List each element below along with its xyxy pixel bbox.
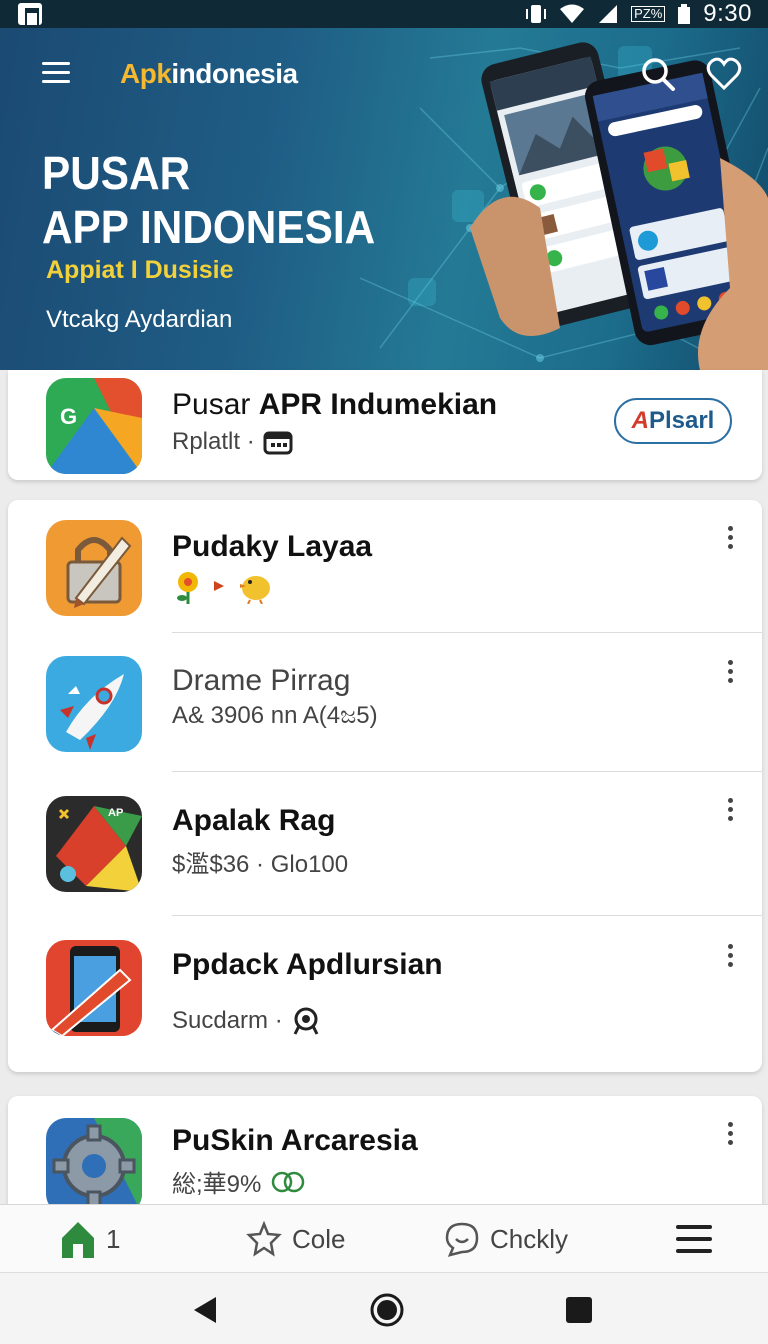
hero-title: PUSAR APP INDONESIA	[42, 146, 375, 254]
featured-app-subtitle: Rplatlt ·	[172, 428, 293, 456]
featured-subtitle-text: Rplatlt ·	[172, 428, 255, 455]
chick-emoji-icon	[240, 576, 270, 604]
phone-pencil-app-icon	[46, 940, 142, 1036]
nav-home[interactable]: 1	[60, 1205, 120, 1273]
back-icon[interactable]	[188, 1293, 222, 1327]
app-subtitle-text: 総;華9%	[172, 1171, 262, 1198]
lock-pencil-app-icon	[46, 520, 142, 616]
app-title: Pudaky Layaa	[172, 530, 373, 563]
divider	[172, 915, 762, 916]
divider	[172, 771, 762, 772]
install-button[interactable]: A Plsarl	[614, 398, 732, 444]
more-options-icon[interactable]	[726, 660, 734, 686]
recent-apps-icon[interactable]	[562, 1293, 596, 1327]
app-title: Ppdack Apdlursian	[172, 948, 443, 981]
more-options-icon[interactable]	[726, 526, 734, 552]
nav-featured-label: Cole	[292, 1223, 346, 1254]
arrow-right-icon	[214, 581, 224, 591]
app-title: Apalak Rag	[172, 804, 336, 837]
app-subtitle: 総;華9%	[172, 1164, 309, 1199]
app-list-card-2: PuSkin Arcaresia 総;華9%	[8, 1096, 762, 1206]
hero-caption: Vtcakg Aydardian	[46, 306, 233, 333]
brand-name: indonesia	[171, 58, 298, 89]
rocket-app-icon	[46, 656, 142, 752]
app-subtitle: $濫$36 · Glo100	[172, 851, 349, 878]
home-icon	[62, 1222, 94, 1258]
home-button-icon[interactable]	[370, 1293, 404, 1327]
hero-banner: Apkindonesia PUSAR APP INDONESIA Appiat …	[0, 28, 768, 370]
bottom-navigation: 1 Cole Chckly	[0, 1204, 768, 1272]
svg-text:AP: AP	[108, 807, 123, 819]
clock: 9:30	[703, 0, 752, 27]
hero-subtitle: Appiat I Dusisie	[46, 256, 234, 284]
chat-icon	[445, 1222, 479, 1257]
featured-app-card[interactable]: G Pusar APR Indumekian Rplatlt · A Plsarl	[8, 370, 762, 480]
app-subtitle: A& 3906 nn A(4ಜ5)	[172, 702, 378, 729]
wifi-icon	[560, 4, 585, 23]
app-subtitle-text: Sucdarm ·	[172, 1007, 283, 1034]
app-list-card: Pudaky Layaa Drame Pirrag A& 3906 nn A(4…	[8, 500, 762, 1072]
menu-button[interactable]	[42, 62, 70, 84]
notification-icon	[18, 3, 42, 27]
featured-title-main: APR Indumekian	[258, 388, 498, 421]
install-button-accent: A	[631, 407, 649, 434]
nav-chat-label: Chckly	[490, 1223, 569, 1254]
hero-title-line1: PUSAR	[42, 147, 191, 199]
signal-icon	[599, 5, 618, 23]
calendar-icon	[263, 431, 293, 455]
app-subtitle: Sucdarm ·	[172, 1006, 321, 1036]
star-icon	[246, 1221, 282, 1257]
status-bar: PZ% 9:30	[0, 0, 768, 28]
featured-app-icon: G	[46, 378, 142, 474]
nav-chat[interactable]: Chckly	[444, 1205, 568, 1273]
vibrate-icon	[526, 5, 547, 23]
search-icon[interactable]	[640, 56, 676, 92]
more-options-icon[interactable]	[726, 944, 734, 970]
app-subtitle	[172, 568, 274, 604]
rings-icon	[272, 1171, 305, 1192]
battery-icon	[678, 4, 691, 24]
hero-title-line2: APP INDONESIA	[42, 201, 376, 253]
divider	[172, 632, 762, 633]
nav-featured[interactable]: Cole	[246, 1205, 345, 1273]
featured-title-prefix: Pusar	[172, 388, 251, 421]
more-options-icon[interactable]	[726, 798, 734, 824]
heart-icon[interactable]	[706, 56, 742, 92]
svg-text:G: G	[60, 404, 77, 429]
battery-indicator: PZ%	[631, 6, 666, 22]
award-icon	[293, 1007, 319, 1035]
brand-logo: Apkindonesia	[120, 58, 298, 90]
brand-accent: Apk	[120, 58, 172, 89]
settings-app-icon	[46, 1118, 142, 1206]
system-navigation-bar	[0, 1272, 768, 1344]
flower-emoji-icon	[177, 572, 198, 604]
nav-menu[interactable]	[676, 1205, 712, 1273]
more-options-icon[interactable]	[726, 1122, 734, 1148]
featured-app-title: Pusar APR Indumekian	[172, 388, 497, 422]
app-title: Drame Pirrag	[172, 664, 351, 697]
install-button-label: Plsarl	[648, 407, 715, 434]
menu-icon	[676, 1225, 712, 1253]
nav-home-label: 1	[106, 1223, 121, 1254]
geometric-app-icon: AP	[46, 796, 142, 892]
app-title: PuSkin Arcaresia	[172, 1124, 418, 1157]
